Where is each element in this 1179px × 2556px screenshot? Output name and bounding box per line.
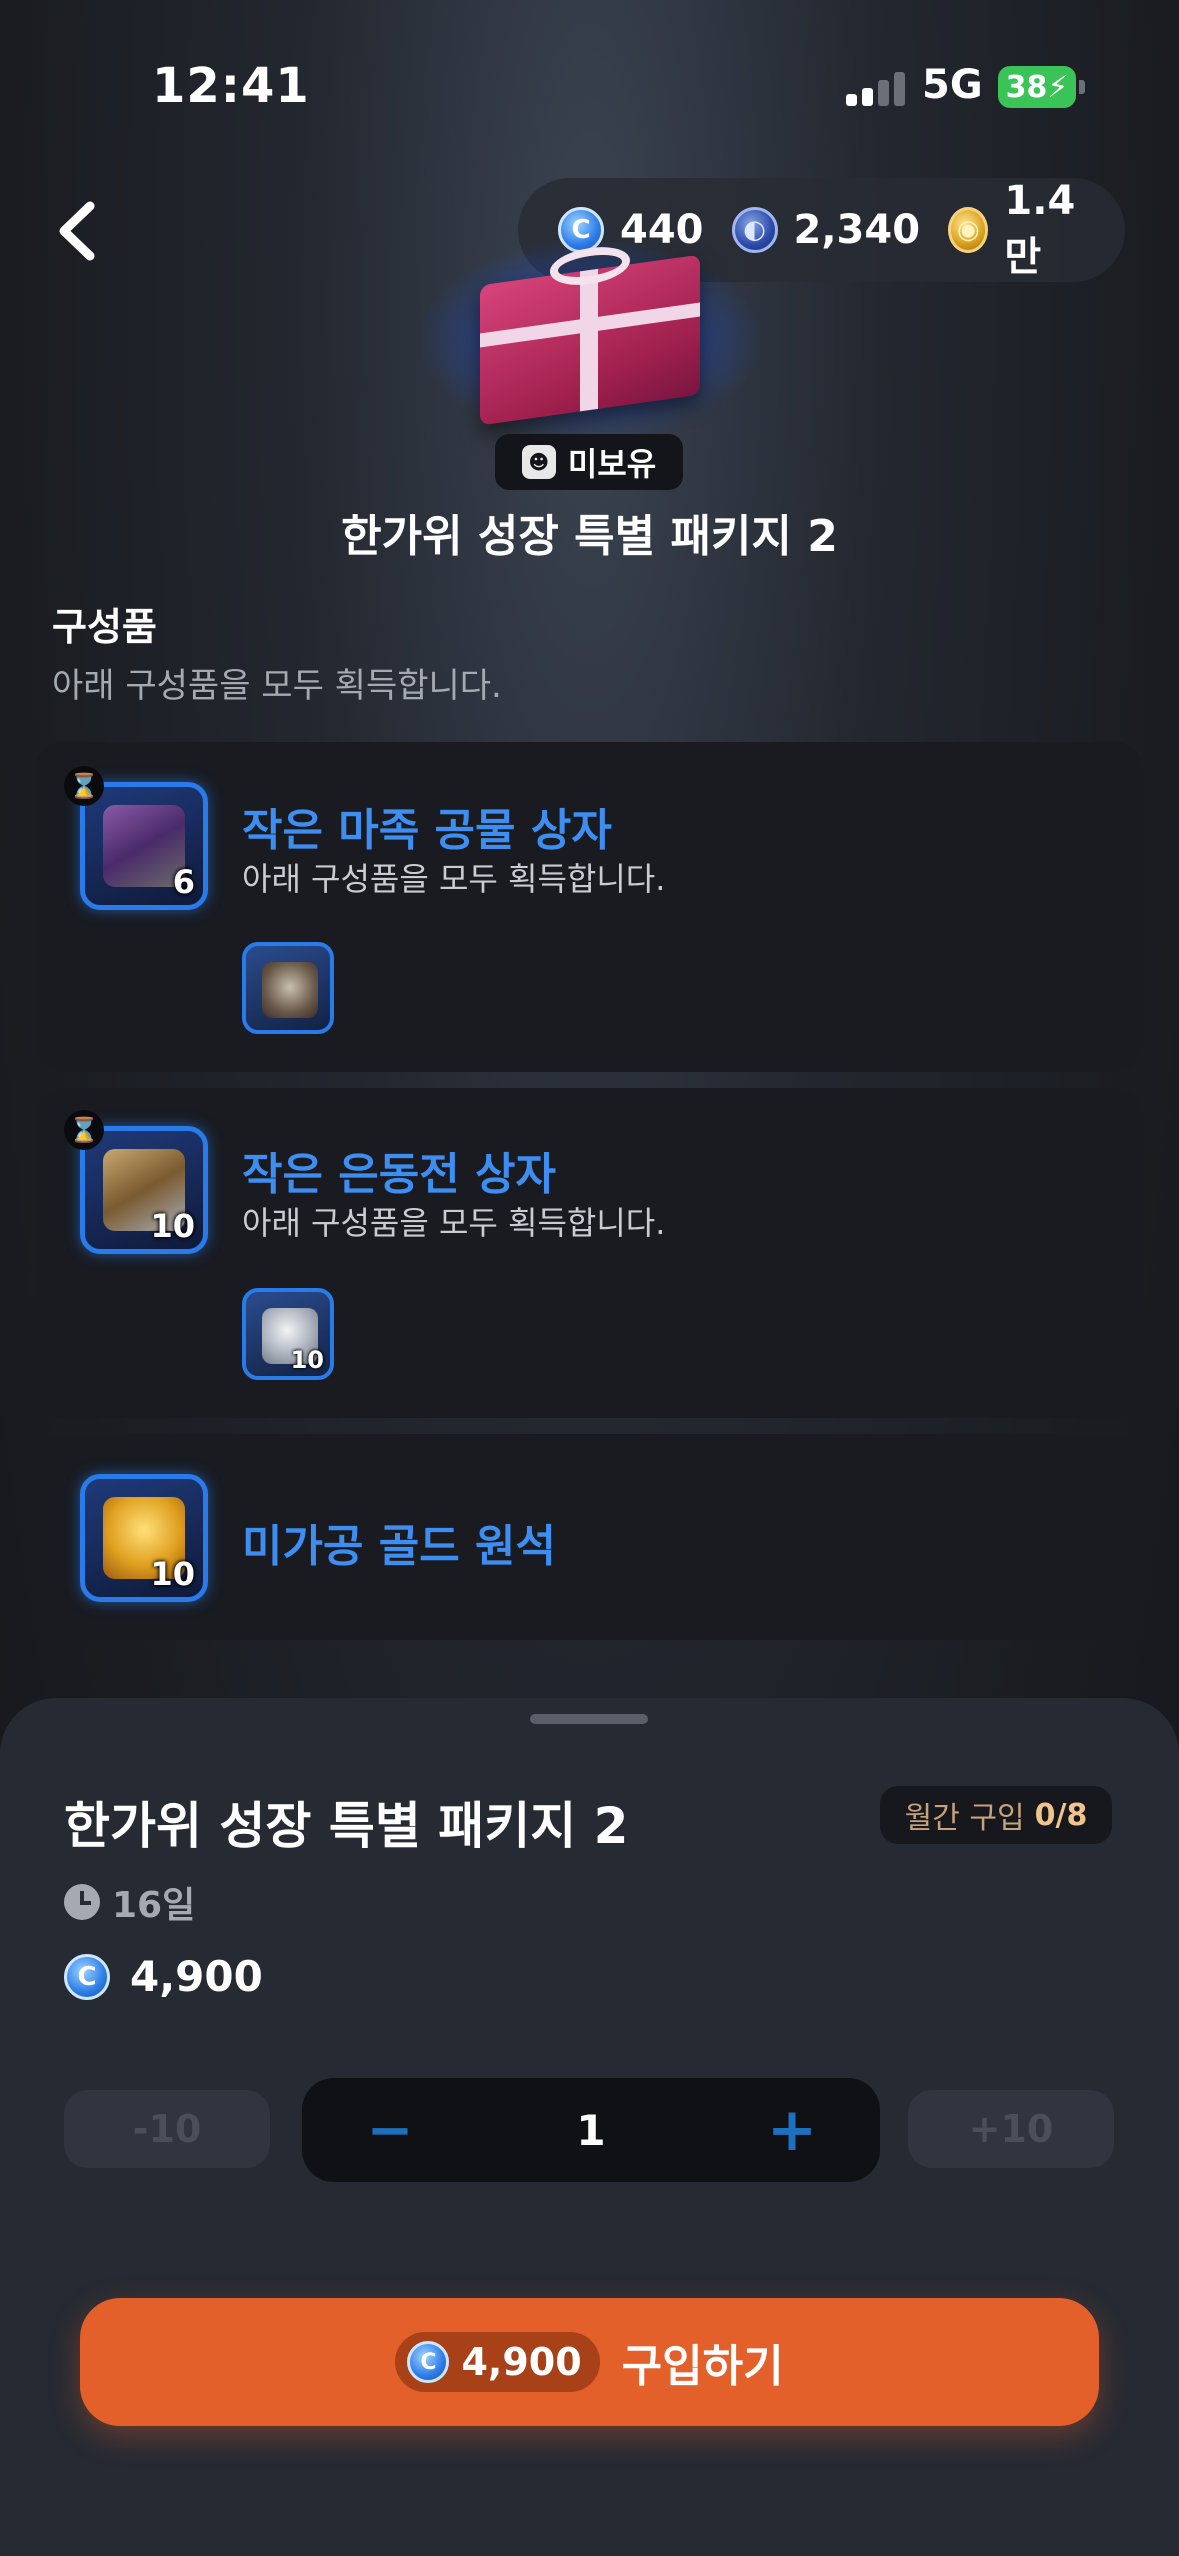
gold-coin-icon: ◉ bbox=[948, 207, 989, 253]
item-name: 작은 은동전 상자 bbox=[242, 1149, 556, 1200]
blue-gem-coin-icon: C bbox=[407, 2341, 450, 2383]
contents-subtitle: 아래 구성품을 모두 획득합니다. bbox=[52, 666, 502, 706]
item-description: 아래 구성품을 모두 획득합니다. bbox=[242, 1204, 666, 1242]
price: C 4,900 bbox=[64, 1952, 263, 2001]
currency-gold[interactable]: ◉ 1.4만 bbox=[948, 178, 1097, 282]
buy-label: 구입하기 bbox=[621, 2341, 784, 2392]
content-item-card[interactable]: 10 ⌛ 작은 은동전 상자 아래 구성품을 모두 획득합니다. 10 bbox=[34, 1088, 1144, 1418]
buy-price: C 4,900 bbox=[395, 2332, 600, 2392]
signal-strength-icon bbox=[846, 70, 906, 106]
blue-gem-coin-icon: C bbox=[64, 1953, 110, 2000]
package-title: 한가위 성장 특별 패키지 2 bbox=[341, 511, 838, 562]
item-name: 미가공 골드 원석 bbox=[242, 1521, 556, 1572]
increase-button[interactable]: + bbox=[762, 2095, 822, 2165]
hourglass-icon: ⌛ bbox=[64, 1110, 104, 1150]
chevron-left-icon bbox=[59, 201, 95, 261]
battery-icon: 38 ⚡ bbox=[998, 66, 1076, 108]
quantity-control: 1 − + bbox=[302, 2078, 880, 2182]
character-icon: ☻ bbox=[521, 445, 556, 479]
sale-duration: 16일 bbox=[64, 1876, 195, 1928]
battery-tip bbox=[1079, 80, 1085, 94]
sheet-grabber[interactable] bbox=[530, 1714, 648, 1724]
item-icon: 10 bbox=[80, 1126, 208, 1254]
item-name: 작은 마족 공물 상자 bbox=[242, 805, 612, 856]
item-description: 아래 구성품을 모두 획득합니다. bbox=[242, 860, 666, 898]
owned-status-badge: ☻ 미보유 bbox=[495, 434, 683, 490]
package-gift-image bbox=[420, 240, 760, 440]
decrease-button[interactable]: − bbox=[360, 2098, 420, 2163]
tribute-item-icon bbox=[262, 962, 318, 1018]
quantity-stepper: -10 1 − + +10 bbox=[64, 2078, 1114, 2182]
content-item-card[interactable]: 10 미가공 골드 원석 bbox=[34, 1434, 1144, 1640]
clock-time: 12:41 bbox=[152, 58, 310, 114]
sub-item-icon[interactable] bbox=[242, 942, 334, 1034]
content-item-card[interactable]: 6 ⌛ 작은 마족 공물 상자 아래 구성품을 모두 획득합니다. bbox=[34, 742, 1144, 1072]
contents-title: 구성품 bbox=[52, 605, 157, 649]
status-bar: 12:41 5G 38 ⚡ bbox=[0, 0, 1179, 170]
hourglass-icon: ⌛ bbox=[64, 766, 104, 806]
back-button[interactable] bbox=[50, 196, 110, 266]
sub-item-icon[interactable]: 10 bbox=[242, 1288, 334, 1380]
decrease-10-button[interactable]: -10 bbox=[64, 2090, 270, 2168]
sheet-title: 한가위 성장 특별 패키지 2 bbox=[64, 1797, 629, 1855]
network-type: 5G bbox=[922, 62, 983, 108]
increase-10-button[interactable]: +10 bbox=[908, 2090, 1114, 2168]
clock-icon bbox=[64, 1884, 100, 1920]
purchase-sheet: 한가위 성장 특별 패키지 2 월간 구입 0/8 16일 C 4,900 -10… bbox=[0, 1698, 1179, 2556]
item-icon: 6 bbox=[80, 782, 208, 910]
purchase-limit-badge: 월간 구입 0/8 bbox=[880, 1786, 1112, 1844]
item-icon: 10 bbox=[80, 1474, 208, 1602]
buy-button[interactable]: C 4,900 구입하기 bbox=[80, 2298, 1099, 2426]
